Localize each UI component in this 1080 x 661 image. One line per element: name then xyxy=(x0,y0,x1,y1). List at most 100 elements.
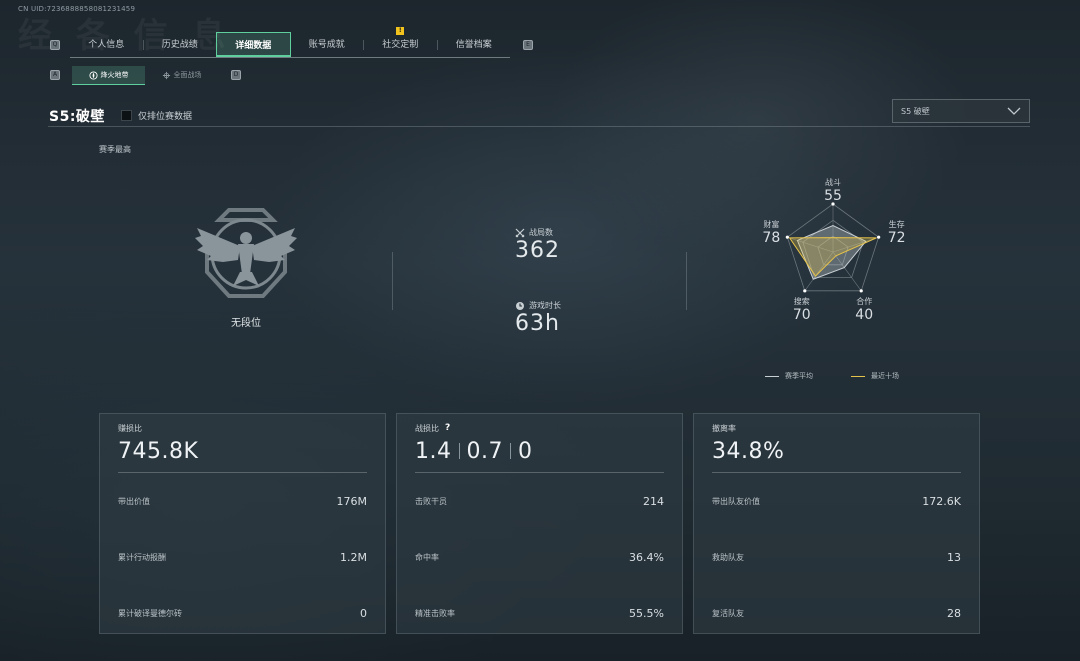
chevron-down-icon xyxy=(1007,107,1021,115)
legend-label: 最近十场 xyxy=(871,372,899,380)
card-title: 撤离率 xyxy=(712,423,736,433)
tab-match-history[interactable]: 历史战绩 xyxy=(144,32,217,57)
matches-label: 战局数 xyxy=(529,228,553,237)
tab-label: 信誉档案 xyxy=(455,40,492,50)
tab-social-custom[interactable]: ! 社交定制 xyxy=(364,27,437,57)
radar-vertex-point xyxy=(785,235,789,239)
season-title: S5:破壁 xyxy=(49,109,105,125)
section-divider xyxy=(48,126,1030,127)
playtime-value: 63h xyxy=(515,311,560,336)
stat-row: 带出队友价值 172.6K xyxy=(712,473,961,529)
stat-row: 复活队友 28 xyxy=(712,585,961,641)
matches-stat: 战局数 362 xyxy=(515,227,560,263)
stat-row: 救助队友 13 xyxy=(712,529,961,585)
season-select[interactable]: S5 破壁 xyxy=(892,99,1030,123)
stat-row: 命中率 36.4% xyxy=(415,529,664,585)
value-separator xyxy=(458,443,460,459)
matches-value: 362 xyxy=(515,238,560,263)
tab-reputation[interactable]: 信誉档案 xyxy=(438,32,511,57)
radar-axis-value: 40 xyxy=(855,307,873,323)
radar-axis-value: 70 xyxy=(793,307,811,323)
radar-axis-label: 财富 xyxy=(763,219,779,229)
radar-axis-label: 搜索 xyxy=(794,296,810,306)
card-main-value: 1.4 0.7 0 xyxy=(415,436,664,466)
subtab-full-battlefield[interactable]: 全面战场 xyxy=(145,66,218,85)
stat-value: 13 xyxy=(947,550,961,564)
playtime-stat: 游戏时长 63h xyxy=(515,300,561,336)
vertical-divider xyxy=(392,252,393,310)
tab-label: 社交定制 xyxy=(382,40,419,50)
vertical-divider xyxy=(686,252,687,310)
stat-value: 214 xyxy=(643,494,664,508)
stat-value: 0 xyxy=(360,606,367,620)
tab-personal-info[interactable]: 个人信息 xyxy=(70,32,143,57)
stat-label: 复活队友 xyxy=(712,608,744,618)
tab-label: 个人信息 xyxy=(88,40,125,50)
playtime-label: 游戏时长 xyxy=(529,301,561,310)
stat-row: 带出价值 176M xyxy=(118,473,367,529)
tab-achievements[interactable]: 账号成就 xyxy=(291,32,364,57)
subtab-left-key-hint[interactable]: A xyxy=(50,70,60,80)
stat-value: 36.4% xyxy=(629,550,664,564)
legend-swatch xyxy=(851,375,865,377)
stat-label: 带出队友价值 xyxy=(712,496,760,506)
card-main-value: 745.8K xyxy=(118,438,199,464)
legend-swatch xyxy=(765,375,779,377)
stat-value: 28 xyxy=(947,606,961,620)
stat-label: 累计破译曼德尔砖 xyxy=(118,608,182,618)
ranked-only-label: 仅排位赛数据 xyxy=(138,112,193,122)
stat-label: 命中率 xyxy=(415,552,439,562)
stat-value: 172.6K xyxy=(922,494,961,508)
clock-icon xyxy=(516,301,524,310)
ability-radar-chart: 战斗55 生存72 合作40 搜索70 财富78 xyxy=(762,177,906,323)
stat-row: 击败干员 214 xyxy=(415,473,664,529)
legend-label: 赛季平均 xyxy=(785,372,813,380)
legend-recent-ten: 最近十场 xyxy=(851,371,899,381)
profit-loss-card: 赚损比 745.8K 带出价值 176M 累计行动报酬 1.2M 累计破译曼德尔砖 0 xyxy=(99,413,386,634)
user-uid: CN UID:7236888858081231459 xyxy=(18,5,136,13)
tab-left-key-hint[interactable]: Q xyxy=(50,40,60,50)
radar-axis-label: 生存 xyxy=(889,219,905,229)
stat-value: 176M xyxy=(336,494,368,508)
radar-axis-value: 55 xyxy=(824,188,842,204)
card-title: 战损比 xyxy=(415,423,439,433)
legend-season-average: 赛季平均 xyxy=(765,371,813,381)
stat-label: 累计行动报酬 xyxy=(118,552,166,562)
subtab-label: 烽火地带 xyxy=(100,70,129,79)
card-title: 赚损比 xyxy=(118,423,142,433)
help-icon[interactable]: ? xyxy=(445,423,450,433)
stat-label: 救助队友 xyxy=(712,552,744,562)
notification-badge: ! xyxy=(396,27,405,35)
radar-vertex-point xyxy=(877,235,881,239)
rank-name: 无段位 xyxy=(231,318,261,329)
subtab-right-key-hint[interactable]: D xyxy=(231,70,241,80)
radar-vertex-point xyxy=(803,289,807,293)
mode-subtabs: 烽火地带 全面战场 xyxy=(72,66,218,85)
radar-axis-label: 战斗 xyxy=(825,177,841,187)
stat-value: 55.5% xyxy=(629,606,664,620)
season-select-value: S5 破壁 xyxy=(901,106,930,116)
kd-tertiary-value: 0 xyxy=(518,438,533,464)
radar-vertex-point xyxy=(859,289,863,293)
radar-axis-label: 合作 xyxy=(856,296,872,306)
stat-row: 累计破译曼德尔砖 0 xyxy=(118,585,367,641)
tab-label: 历史战绩 xyxy=(161,40,198,50)
tab-label: 详细数据 xyxy=(235,41,272,51)
stat-row: 精准击败率 55.5% xyxy=(415,585,664,641)
season-best-label: 赛季最高 xyxy=(99,145,131,154)
extraction-rate-card: 撤离率 34.8% 带出队友价值 172.6K 救助队友 13 复活队友 28 xyxy=(693,413,980,634)
radar-axis-value: 78 xyxy=(762,230,780,246)
kd-secondary-value: 0.7 xyxy=(466,438,503,464)
tab-right-key-hint[interactable]: E xyxy=(523,40,533,50)
tab-detailed-data[interactable]: 详细数据 xyxy=(216,32,291,57)
radar-axis-value: 72 xyxy=(888,230,906,246)
ranked-only-toggle[interactable]: 仅排位赛数据 xyxy=(121,109,192,122)
stat-row: 累计行动报酬 1.2M xyxy=(118,529,367,585)
stat-value: 1.2M xyxy=(340,550,367,564)
subtab-hazard-zone[interactable]: 烽火地带 xyxy=(72,66,145,85)
kd-ratio-value: 1.4 xyxy=(415,438,452,464)
tab-label: 账号成就 xyxy=(308,40,345,50)
ranked-only-checkbox[interactable] xyxy=(121,110,132,121)
subtab-label: 全面战场 xyxy=(173,71,202,79)
stat-label: 精准击败率 xyxy=(415,608,455,618)
